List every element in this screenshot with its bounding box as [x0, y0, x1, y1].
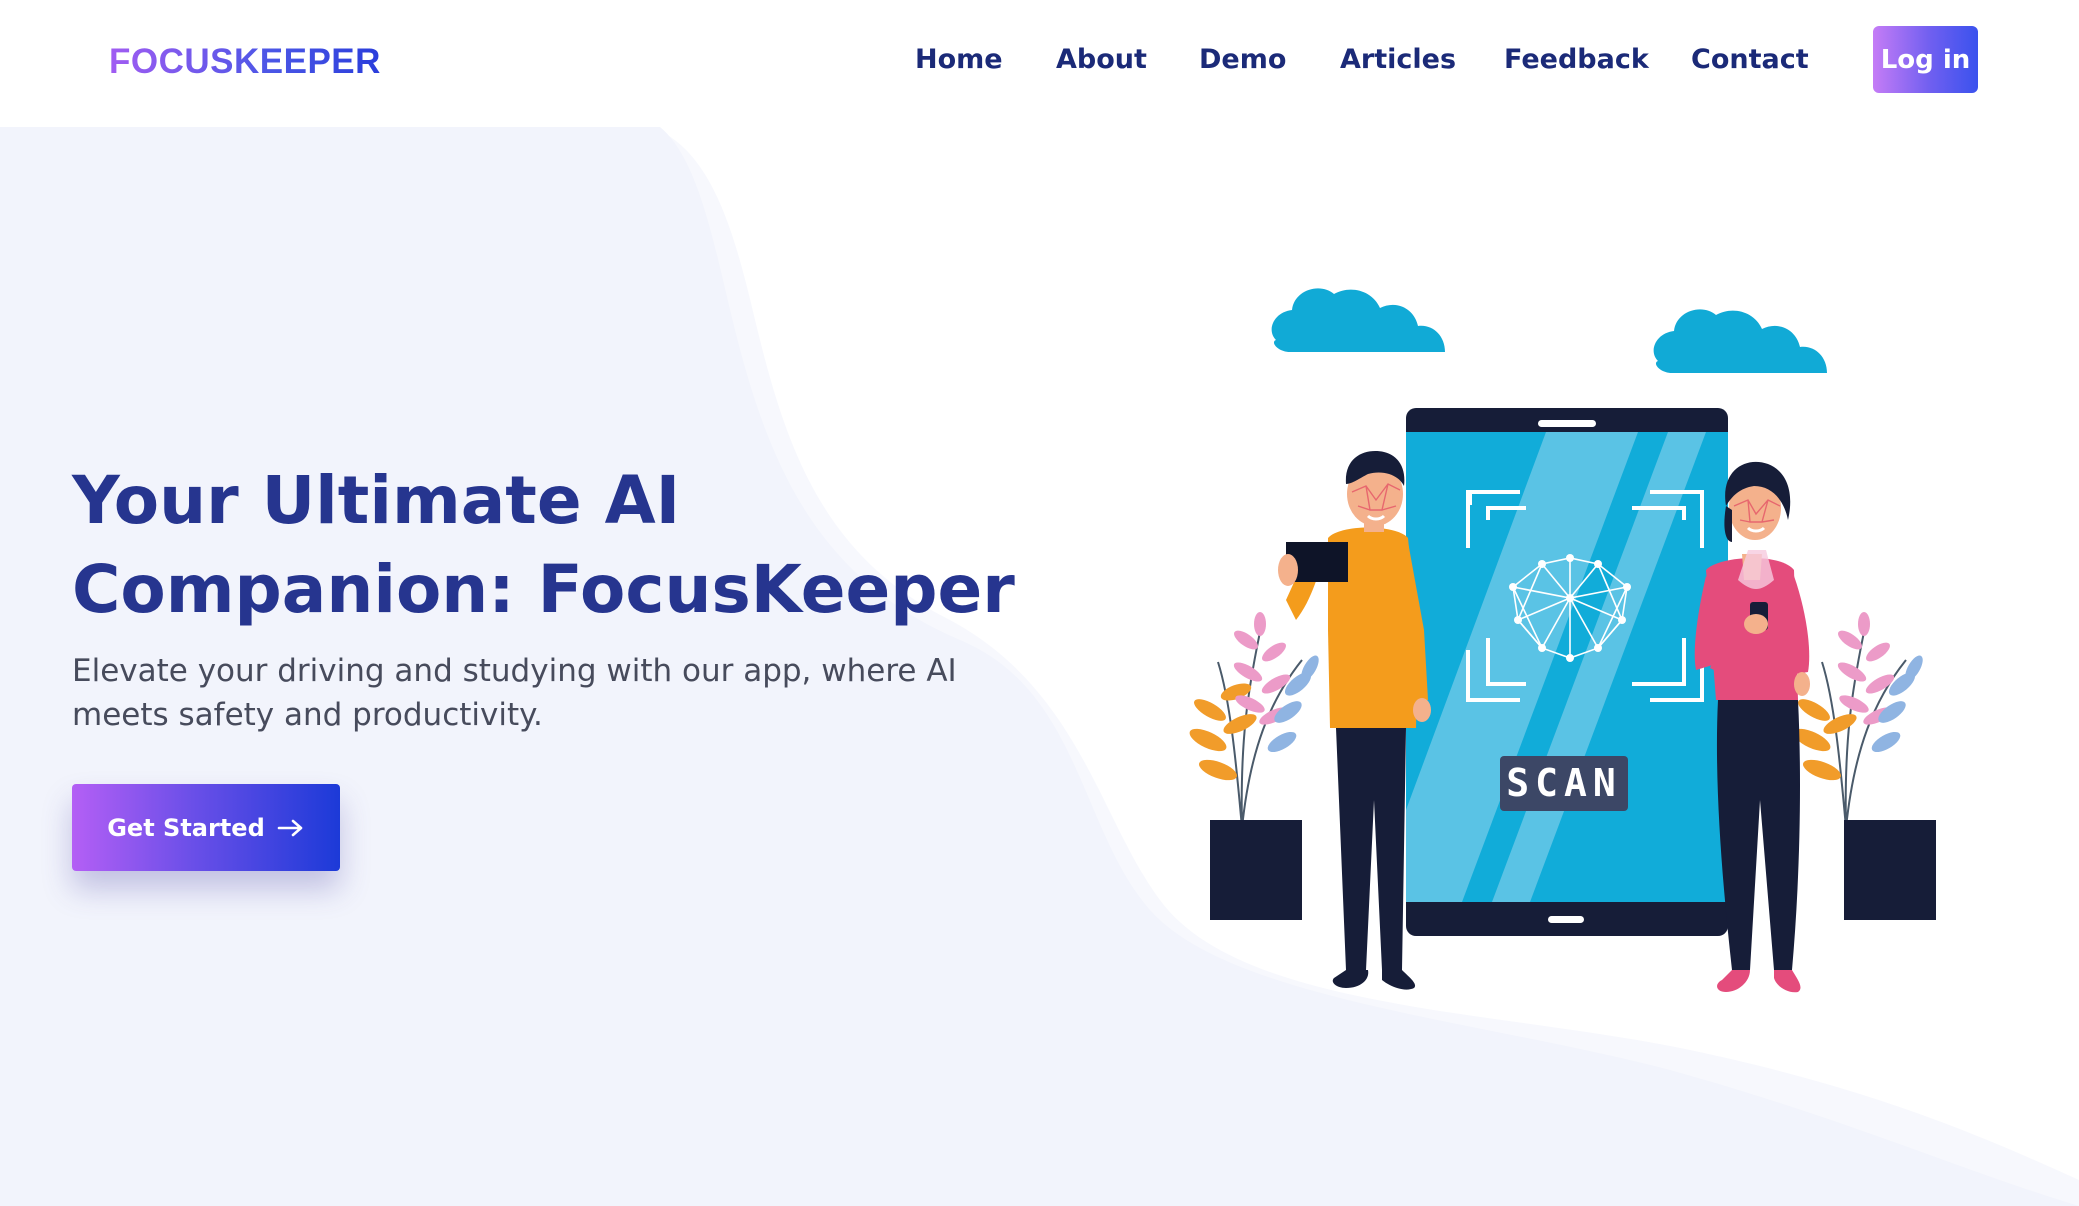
hero-title-line-2: Companion: FocusKeeper: [72, 551, 1015, 628]
nav-contact[interactable]: Contact: [1691, 44, 1809, 75]
nav-about[interactable]: About: [1056, 44, 1147, 75]
plant-left-icon: [1189, 612, 1319, 920]
cloud-left-icon: [1271, 288, 1445, 352]
hero-title: Your Ultimate AI Companion: FocusKeeper: [72, 456, 1072, 634]
nav-feedback[interactable]: Feedback: [1504, 44, 1649, 75]
cloud-right-icon: [1653, 309, 1827, 373]
phone-device: SCAN: [1406, 408, 1728, 936]
arrow-right-icon: [277, 819, 303, 836]
landing-page: FOCUSKEEPER Home About Demo Articles Fee…: [0, 0, 2079, 1206]
hero-subtitle-line-2: meets safety and productivity.: [72, 697, 543, 733]
nav-articles[interactable]: Articles: [1340, 44, 1456, 75]
get-started-label: Get Started: [107, 813, 265, 842]
face-scan-illustration: SCAN: [1189, 288, 1936, 993]
main-nav: Home About Demo Articles Feedback Contac…: [0, 44, 2079, 84]
nav-home[interactable]: Home: [915, 44, 1003, 75]
hero-subtitle-line-1: Elevate your driving and studying with o…: [72, 653, 957, 689]
site-header: FOCUSKEEPER Home About Demo Articles Fee…: [0, 0, 2079, 127]
nav-demo[interactable]: Demo: [1199, 44, 1286, 75]
hero-title-line-1: Your Ultimate AI: [72, 462, 681, 539]
login-button[interactable]: Log in: [1873, 26, 1978, 93]
scan-label: SCAN: [1506, 761, 1622, 805]
plant-right-icon: [1793, 612, 1936, 920]
hero-subtitle: Elevate your driving and studying with o…: [72, 649, 1032, 737]
get-started-button[interactable]: Get Started: [72, 784, 340, 871]
